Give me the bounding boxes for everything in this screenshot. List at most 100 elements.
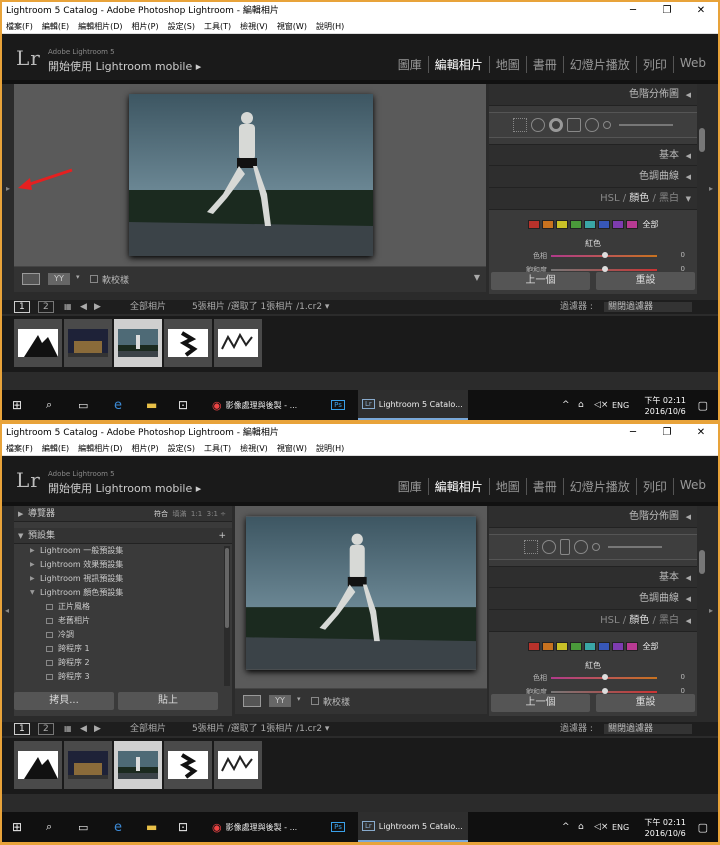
- minimize-button[interactable]: ─: [616, 2, 650, 20]
- source-label[interactable]: 全部相片: [130, 300, 166, 314]
- minimize-button[interactable]: ─: [616, 424, 650, 442]
- store-icon[interactable]: ⊡: [178, 390, 188, 420]
- collapse-left-icon[interactable]: ◂: [5, 606, 9, 615]
- grid-icon[interactable]: ▦: [64, 722, 72, 736]
- graduated-filter-icon[interactable]: [560, 539, 570, 555]
- menu-view[interactable]: 檢視(V): [240, 20, 268, 33]
- filmstrip-thumb[interactable]: [64, 319, 112, 367]
- swatch-aqua[interactable]: [583, 219, 596, 229]
- dropdown-icon[interactable]: ▾: [76, 273, 80, 281]
- tab-hsl[interactable]: HSL: [600, 193, 619, 204]
- module-print[interactable]: 列印: [637, 478, 674, 495]
- filmstrip-thumb[interactable]: [64, 741, 112, 789]
- source-label[interactable]: 全部相片: [130, 722, 166, 736]
- swatch-purple[interactable]: [611, 641, 624, 651]
- filmstrip-thumb[interactable]: [164, 319, 212, 367]
- module-map[interactable]: 地圖: [490, 56, 527, 73]
- tonecurve-header[interactable]: 色調曲線 ◀: [489, 166, 697, 188]
- network-icon[interactable]: ⌂: [578, 812, 584, 842]
- mobile-link[interactable]: 開始使用 Lightroom mobile ▸: [48, 480, 201, 496]
- tab-hsl[interactable]: HSL: [600, 615, 619, 626]
- zoom-1-1[interactable]: 1:1: [191, 510, 202, 518]
- graduated-filter-icon[interactable]: [567, 118, 581, 132]
- reset-button[interactable]: 重設: [596, 272, 695, 290]
- before-after-button[interactable]: YY: [48, 273, 70, 285]
- back-icon[interactable]: ◀: [80, 300, 87, 314]
- grid-icon[interactable]: ▦: [64, 300, 72, 314]
- filmstrip-info[interactable]: 5張相片 /選取了 1張相片 /1.cr2 ▾: [192, 300, 329, 314]
- add-preset-icon[interactable]: +: [218, 528, 226, 544]
- menu-photo[interactable]: 相片(P): [132, 442, 159, 455]
- windows-start-icon[interactable]: ⊞: [12, 390, 22, 420]
- store-icon[interactable]: ⊡: [178, 812, 188, 842]
- swatch-yellow[interactable]: [555, 219, 568, 229]
- notification-icon[interactable]: ▢: [698, 812, 708, 842]
- tab-color[interactable]: 顏色: [629, 615, 649, 626]
- preset-item[interactable]: 老舊相片: [14, 614, 232, 628]
- module-print[interactable]: 列印: [637, 56, 674, 73]
- photoshop-icon[interactable]: Ps: [328, 390, 348, 420]
- brush-icon[interactable]: [592, 543, 600, 551]
- search-icon[interactable]: ⌕: [46, 812, 52, 842]
- menu-view[interactable]: 檢視(V): [240, 442, 268, 455]
- filmstrip-thumb[interactable]: [214, 319, 262, 367]
- zoom-3-1[interactable]: 3:1 ÷: [207, 510, 226, 518]
- display2-button[interactable]: 2: [38, 301, 54, 313]
- paste-button[interactable]: 貼上: [118, 692, 218, 710]
- menu-window[interactable]: 視窗(W): [277, 20, 307, 33]
- right-edge[interactable]: ▸: [706, 506, 718, 716]
- clock[interactable]: 下午 02:11 2016/10/6: [644, 395, 686, 417]
- filmstrip-info[interactable]: 5張相片 /選取了 1張相片 /1.cr2 ▾: [192, 722, 329, 736]
- maximize-button[interactable]: ❐: [650, 2, 684, 20]
- presets-header[interactable]: ▼ 預設集 +: [14, 528, 232, 544]
- volume-icon[interactable]: ◁×: [594, 812, 608, 842]
- crop-tool-icon[interactable]: [513, 118, 527, 132]
- collapse-right-icon[interactable]: ▸: [709, 184, 713, 193]
- filmstrip-thumb[interactable]: [164, 741, 212, 789]
- menu-photo[interactable]: 相片(P): [132, 20, 159, 33]
- swatch-aqua[interactable]: [583, 641, 596, 651]
- zoom-fill[interactable]: 填滿: [172, 510, 186, 518]
- histogram-header[interactable]: 色階分佈圖 ◀: [489, 506, 697, 528]
- swatch-magenta[interactable]: [625, 641, 638, 651]
- task-view-icon[interactable]: ▭: [78, 812, 88, 842]
- maximize-button[interactable]: ❐: [650, 424, 684, 442]
- spot-removal-icon[interactable]: [531, 118, 545, 132]
- preset-item[interactable]: 冷調: [14, 628, 232, 642]
- collapse-right-icon[interactable]: ▸: [709, 606, 713, 615]
- task-view-icon[interactable]: ▭: [78, 390, 88, 420]
- tray-up-icon[interactable]: ^: [562, 812, 570, 842]
- notification-icon[interactable]: ▢: [698, 390, 708, 420]
- tab-bw[interactable]: 黑白: [659, 615, 679, 626]
- photoshop-icon[interactable]: Ps: [328, 812, 348, 842]
- mobile-link[interactable]: 開始使用 Lightroom mobile ▸: [48, 58, 201, 74]
- basic-header[interactable]: 基本 ◀: [489, 566, 697, 588]
- tab-bw[interactable]: 黑白: [659, 193, 679, 204]
- softproof-checkbox[interactable]: [311, 697, 319, 705]
- explorer-icon[interactable]: ▬: [146, 812, 157, 842]
- before-after-button[interactable]: YY: [269, 695, 291, 707]
- swatch-purple[interactable]: [611, 219, 624, 229]
- explorer-icon[interactable]: ▬: [146, 390, 157, 420]
- filter-select[interactable]: 關閉過濾器: [604, 724, 692, 734]
- search-icon[interactable]: ⌕: [46, 390, 52, 420]
- menu-help[interactable]: 說明(H): [316, 442, 344, 455]
- module-library[interactable]: 圖庫: [392, 478, 429, 495]
- preset-item[interactable]: 跨程序 3: [14, 670, 232, 684]
- spot-removal-icon[interactable]: [542, 540, 556, 554]
- radial-filter-icon[interactable]: [585, 118, 599, 132]
- filmstrip-thumb[interactable]: [14, 319, 62, 367]
- preset-item[interactable]: 跨程序 1: [14, 642, 232, 656]
- taskbar-chrome[interactable]: ◉ 影像處理與後製 - ...: [212, 390, 320, 420]
- swatch-orange[interactable]: [541, 219, 554, 229]
- swatch-green[interactable]: [569, 641, 582, 651]
- swatch-blue[interactable]: [597, 219, 610, 229]
- menu-develop[interactable]: 編輯相片(D): [78, 20, 122, 33]
- volume-icon[interactable]: ◁×: [594, 390, 608, 420]
- dropdown-icon[interactable]: ▾: [297, 695, 301, 703]
- preset-group[interactable]: ▶ Lightroom 效果預設集: [14, 558, 232, 572]
- hsl-header[interactable]: HSL / 顏色 / 黑白 ▼: [489, 188, 697, 210]
- preset-group[interactable]: ▶ Lightroom 一般預設集: [14, 544, 232, 558]
- image-view[interactable]: [235, 506, 487, 688]
- swatch-all[interactable]: 全部: [643, 219, 659, 230]
